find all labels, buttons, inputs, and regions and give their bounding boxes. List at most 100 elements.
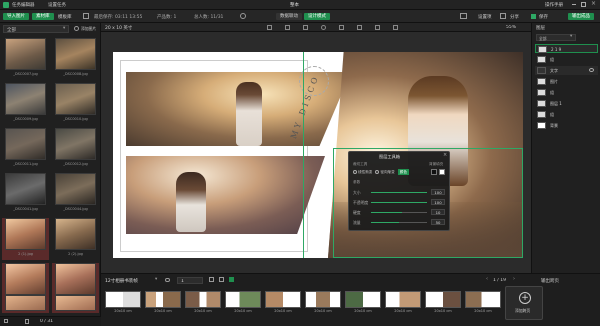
- slider-track[interactable]: [371, 192, 427, 193]
- spread-thumbnail[interactable]: 20x10 cm: [305, 291, 341, 313]
- thumbnail-item[interactable]: _DSC0011.jpg: [2, 128, 49, 170]
- rotate-icon[interactable]: [321, 25, 326, 30]
- spread-thumbnail[interactable]: 20x10 cm: [425, 291, 461, 313]
- slider-track[interactable]: [371, 202, 427, 203]
- add-image-icon[interactable]: [74, 26, 79, 31]
- import-images-button[interactable]: 导入图片: [3, 13, 29, 20]
- thumbnail-item[interactable]: _DSC0012.jpg: [52, 128, 99, 170]
- option-linear[interactable]: 线性渐变: [358, 170, 372, 175]
- spread-thumbnail[interactable]: 20x10 cm: [265, 291, 301, 313]
- slider-value-input[interactable]: 100: [431, 189, 445, 195]
- close-icon[interactable]: ×: [591, 0, 596, 7]
- layer-item[interactable]: 文字: [535, 66, 598, 75]
- thumbnail-item[interactable]: _DSC0010.jpg: [52, 83, 99, 125]
- output-spread-button[interactable]: 输出跨页: [541, 278, 559, 284]
- thumbnail-item[interactable]: 2 (2).jpg: [52, 218, 99, 260]
- thumbnail-item[interactable]: _DSC0009.jpg: [2, 83, 49, 125]
- menu-task-editor[interactable]: 任务编辑器: [12, 2, 35, 8]
- lock-icon[interactable]: [393, 25, 398, 30]
- refresh-icon[interactable]: [240, 13, 246, 19]
- slider-value-input[interactable]: 50: [431, 219, 445, 225]
- scroll-right-icon[interactable]: ›: [513, 276, 515, 282]
- select-all-checkbox[interactable]: [4, 319, 8, 323]
- list-icon[interactable]: [219, 277, 224, 282]
- chevron-down-icon[interactable]: ▾: [155, 277, 157, 282]
- layer-item[interactable]: 组: [535, 110, 598, 119]
- color-option-button[interactable]: 颜色: [397, 169, 409, 175]
- settings-button[interactable]: 设置项: [478, 14, 492, 20]
- thumbnail-item[interactable]: [52, 295, 99, 313]
- crop-icon[interactable]: [303, 25, 308, 30]
- link-icon[interactable]: [165, 278, 170, 282]
- album-spread[interactable]: MY DISCO: [113, 52, 523, 258]
- layer-filter-select[interactable]: 全部 ▾: [536, 34, 576, 41]
- design-mode-button[interactable]: 设计模式: [304, 13, 330, 20]
- layer-item[interactable]: 背景: [535, 121, 598, 130]
- thumbnail-item[interactable]: _DSC0041.jpg: [2, 173, 49, 215]
- grid-icon[interactable]: [209, 277, 214, 282]
- color-swatch-white[interactable]: [439, 169, 445, 175]
- spread-thumbnail[interactable]: 20x10 cm: [465, 291, 501, 313]
- slider-value-input[interactable]: 100: [431, 199, 445, 205]
- preview-icon[interactable]: [500, 13, 506, 19]
- spread-thumbnail[interactable]: 20x10 cm: [225, 291, 261, 313]
- slider-track[interactable]: [371, 222, 427, 223]
- spread-thumbnail[interactable]: 20x10 cm: [105, 291, 141, 313]
- app-icon: [3, 2, 9, 8]
- flip-icon[interactable]: [339, 25, 344, 30]
- zoom-level[interactable]: 55%: [506, 25, 516, 30]
- edit-icon[interactable]: [83, 13, 89, 19]
- slider-size[interactable]: 大小 100: [353, 189, 447, 196]
- maximize-icon[interactable]: [581, 2, 586, 7]
- filter-select[interactable]: 全部 ▾: [3, 25, 69, 33]
- thumbnail-item[interactable]: _DSC0008.jpg: [52, 38, 99, 80]
- data-link-button[interactable]: 数据联动: [276, 13, 302, 20]
- distribute-icon[interactable]: [285, 25, 290, 30]
- tab-material-library[interactable]: 素材库: [32, 13, 54, 20]
- minimize-icon[interactable]: [572, 4, 576, 5]
- layer-down-icon[interactable]: [375, 25, 380, 30]
- thumbnail-item[interactable]: _DSC0007.jpg: [2, 38, 49, 80]
- layer-item[interactable]: 图层 1: [535, 99, 598, 108]
- slider-track[interactable]: [371, 212, 427, 213]
- add-spread-button[interactable]: + 添加跨页: [505, 286, 543, 320]
- slider-opacity[interactable]: 不透明度 100: [353, 199, 447, 206]
- close-icon[interactable]: ×: [443, 152, 447, 158]
- page-select[interactable]: 1: [177, 277, 203, 284]
- layer-up-icon[interactable]: [357, 25, 362, 30]
- slider-value-input[interactable]: 10: [431, 209, 445, 215]
- align-icon[interactable]: [267, 25, 272, 30]
- scroll-left-icon[interactable]: ‹: [486, 276, 488, 282]
- eye-icon[interactable]: [589, 68, 594, 72]
- photo-bottom-left[interactable]: [126, 156, 325, 234]
- slider-hardness[interactable]: 硬度 10: [353, 209, 447, 216]
- subject-figure: [176, 172, 206, 232]
- linear-gradient-radio[interactable]: [353, 170, 357, 174]
- layer-item[interactable]: 图片: [535, 77, 598, 86]
- layer-item[interactable]: 组: [535, 88, 598, 97]
- thumbnail-item[interactable]: 2 (1).jpg: [2, 218, 49, 260]
- color-swatch-black[interactable]: [431, 169, 437, 175]
- add-icon[interactable]: [229, 277, 234, 282]
- layer-item[interactable]: 组: [535, 55, 598, 64]
- thumbnail-item[interactable]: _DSC0044.jpg: [52, 173, 99, 215]
- menu-task-settings[interactable]: 设置任务: [48, 2, 66, 8]
- spread-thumbnail[interactable]: 20x10 cm: [185, 291, 221, 313]
- add-image-button[interactable]: 添加图片: [81, 26, 96, 32]
- export-button[interactable]: 输出成品: [568, 13, 594, 20]
- share-button[interactable]: 分享: [510, 14, 519, 20]
- spread-thumbnail[interactable]: 20x10 cm: [145, 291, 181, 313]
- slider-flow[interactable]: 流量 50: [353, 219, 447, 226]
- option-radial[interactable]: 径向渐变: [380, 170, 394, 175]
- tab-template-library[interactable]: 模板库: [58, 14, 72, 20]
- save-checkbox-icon[interactable]: [531, 14, 536, 19]
- layer-item[interactable]: 2 1 9: [535, 44, 598, 53]
- screen-icon[interactable]: [460, 13, 467, 19]
- thumbnail-item[interactable]: [2, 295, 49, 313]
- spread-thumbnail[interactable]: 20x10 cm: [385, 291, 421, 313]
- spread-thumbnail[interactable]: 20x10 cm: [345, 291, 381, 313]
- radial-gradient-radio[interactable]: [375, 170, 380, 174]
- delete-icon[interactable]: [25, 319, 29, 324]
- manual-link[interactable]: 操作手册: [545, 2, 563, 8]
- save-button[interactable]: 保存: [539, 14, 548, 20]
